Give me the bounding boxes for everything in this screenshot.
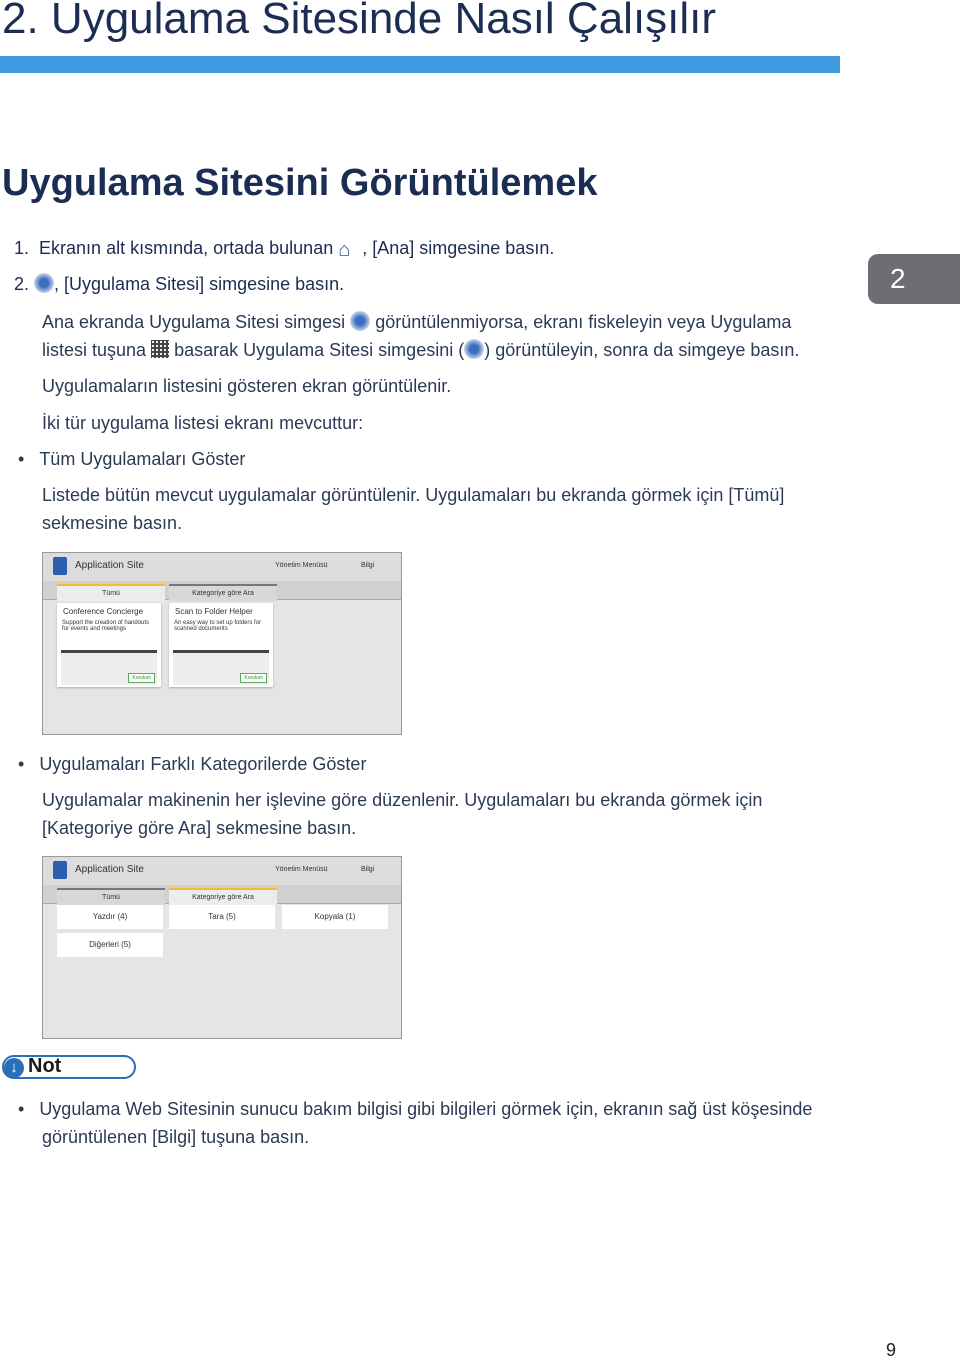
step-text: Ekranın alt kısmında, ortada bulunan [39,238,334,258]
tab-all: Tümü [57,888,165,905]
app-card: Conference Concierge Support the creation… [57,603,161,687]
text: Listede bütün mevcut uygulamalar görüntü… [42,485,785,505]
paragraph: Ana ekranda Uygulama Sitesi simgesi görü… [42,308,799,364]
paragraph: Uygulamalar makinenin her işlevine göre … [42,786,762,842]
category-scan: Tara (5) [169,905,275,929]
section-title: Uygulama Sitesini Görüntülemek [2,162,598,204]
bullet-item: • Uygulamaları Farklı Kategorilerde Göst… [18,754,367,774]
bullet-item: • Tüm Uygulamaları Göster [18,449,246,469]
step-number: 2. [14,274,30,294]
text: Ana ekranda Uygulama Sitesi simgesi [42,312,346,332]
card-desc: Support the creation of handouts for eve… [62,620,150,632]
screenshot-all-apps: Application Site Yönetim Menüsü Bilgi Tüm… [42,552,402,735]
step-number: 1. [14,238,30,258]
text: [Kategoriye göre Ara] sekmesine basın. [42,818,357,838]
card-title: Scan to Folder Helper [175,607,253,616]
category-others: Diğerleri (5) [57,933,163,957]
card-install-button: Kurulum [240,673,267,683]
arrow-down-icon: ↓ [4,1058,24,1078]
card-preview: Kurulum [173,650,269,685]
screenshot-categories: Application Site Yönetim Menüsü Bilgi Tüm… [42,856,402,1039]
admin-menu-button: Yönetim Menüsü [275,866,328,873]
document-page: 2. Uygulama Sitesinde Nasıl Çalışılır Uy… [0,0,960,1361]
paragraph: Uygulamaların listesini gösteren ekran g… [42,376,452,396]
application-site-icon [350,311,371,331]
application-site-icon [34,273,55,293]
info-button: Bilgi [361,562,375,569]
bullet-title: Tüm Uygulamaları Göster [39,449,246,469]
note-label: Not [28,1055,62,1077]
app-card: Scan to Folder Helper An easy way to set … [169,603,273,687]
category-print: Yazdır (4) [57,905,163,929]
tab-category: Kategoriye göre Ara [169,584,277,601]
app-site-icon [53,557,67,575]
app-title: Application Site [75,560,144,571]
card-preview: Kurulum [61,650,157,685]
paragraph: İki tür uygulama listesi ekranı mevcuttu… [42,413,364,433]
step-2: 2. , [Uygulama Sitesi] simgesine basın. [14,270,344,298]
chapter-title: 2. Uygulama Sitesinde Nasıl Çalışılır [2,0,717,43]
text: Uygulama Web Sitesinin sunucu bakım bilg… [39,1099,813,1119]
text: görüntülenen [Bilgi] tuşuna basın. [42,1127,310,1147]
step-1: 1. Ekranın alt kısmında, ortada bulunan … [14,234,554,262]
app-list-icon [151,340,170,358]
bullet-title: Uygulamaları Farklı Kategorilerde Göster [39,754,367,774]
card-desc: An easy way to set up folders for scanne… [174,620,262,632]
home-icon: ⌂ [338,239,351,261]
paragraph: Listede bütün mevcut uygulamalar görüntü… [42,481,784,537]
text: Uygulamalar makinenin her işlevine göre … [42,790,763,810]
card-install-button: Kurulum [128,673,155,683]
text: listesi tuşuna [42,340,147,360]
chapter-bar [0,56,840,73]
app-site-icon [53,861,67,879]
step-text: , [Ana] simgesine basın. [362,238,555,258]
step-text: , [Uygulama Sitesi] simgesine basın. [54,274,345,294]
category-copy: Kopyala (1) [282,905,388,929]
tab-category: Kategoriye göre Ara [169,888,277,905]
text: görüntülenmiyorsa, ekranı fiskeleyin vey… [375,312,792,332]
text: sekmesine basın. [42,513,183,533]
admin-menu-button: Yönetim Menüsü [275,562,328,569]
tab-all: Tümü [57,584,165,601]
app-title: Application Site [75,864,144,875]
note-item: • Uygulama Web Sitesinin sunucu bakım bi… [18,1099,813,1119]
chapter-tab: 2 [868,254,960,304]
text: ) görüntüleyin, sonra da simgeye basın. [484,340,800,360]
application-site-icon [464,339,485,359]
text: basarak Uygulama Sitesi simgesini ( [174,340,465,360]
page-number: 9 [886,1340,897,1360]
info-button: Bilgi [361,866,375,873]
card-title: Conference Concierge [63,607,144,616]
